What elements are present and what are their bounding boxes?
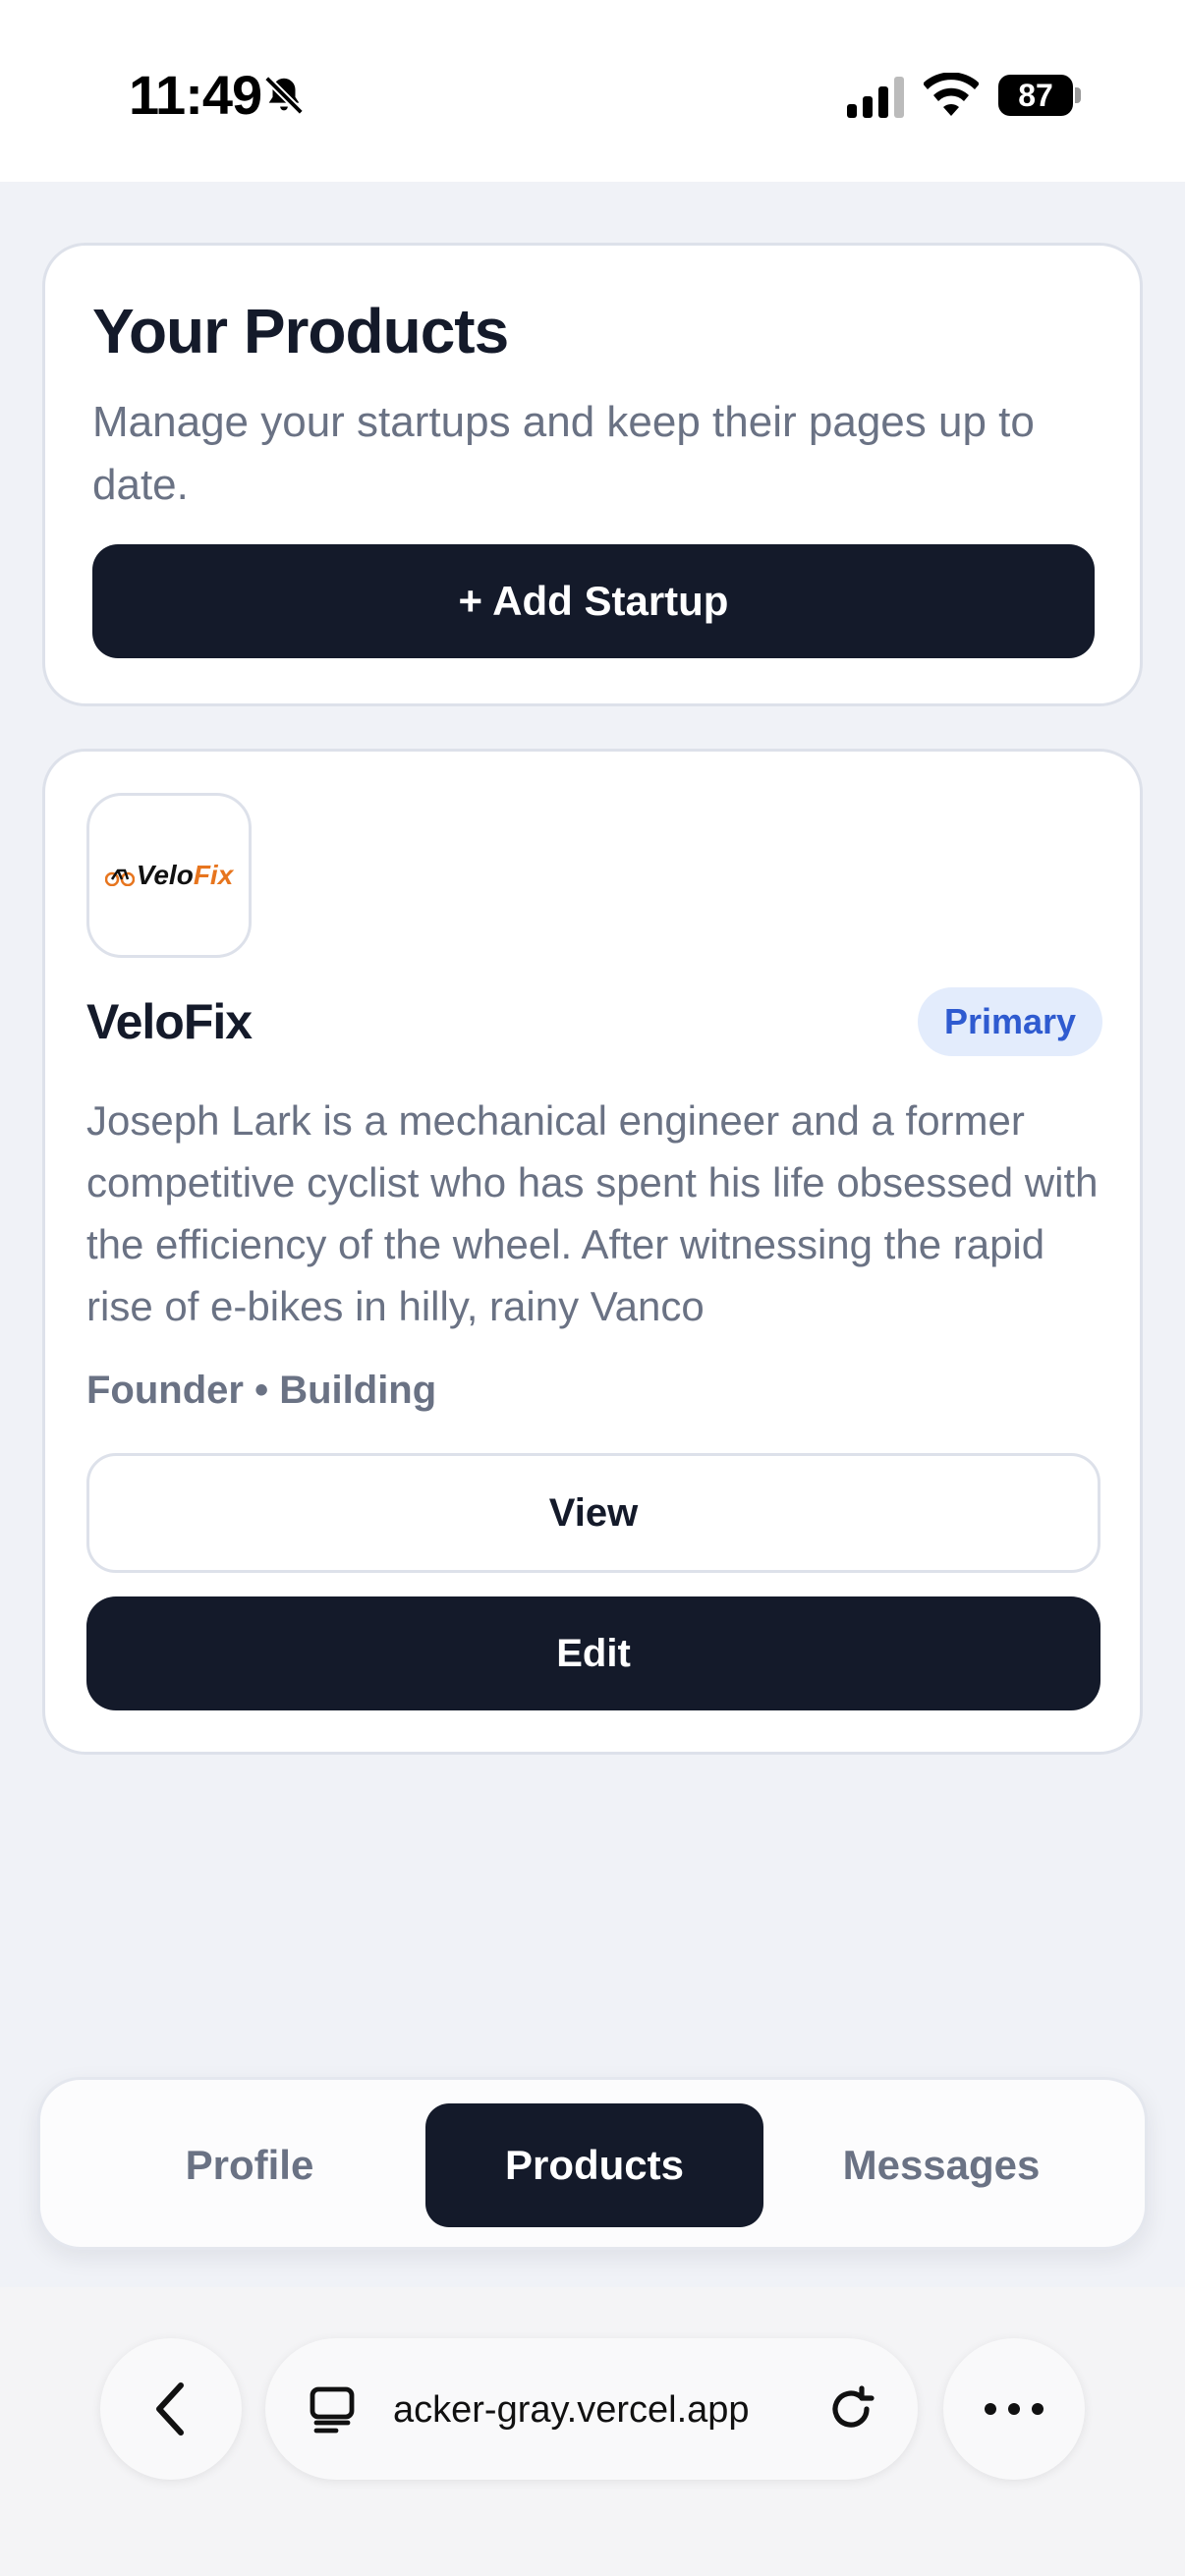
back-button[interactable] xyxy=(100,2338,242,2480)
battery-tip xyxy=(1075,87,1081,103)
edit-button[interactable]: Edit xyxy=(86,1596,1100,1710)
product-meta: Founder • Building xyxy=(86,1369,437,1412)
reload-icon[interactable] xyxy=(825,2383,876,2435)
status-time: 11:49 xyxy=(129,64,262,126)
page-subtitle: Manage your startups and keep their page… xyxy=(92,398,1035,509)
logo-text-velo: Velo xyxy=(136,860,194,890)
tabs-icon xyxy=(310,2386,355,2434)
view-button[interactable]: View xyxy=(86,1453,1100,1573)
primary-badge: Primary xyxy=(918,987,1102,1056)
status-bar: 11:49 87 xyxy=(0,0,1185,182)
chevron-left-icon xyxy=(156,2382,184,2436)
logo-text-fix: Fix xyxy=(193,860,234,890)
signal-icon xyxy=(847,77,904,118)
logo-wordmark: Velo Fix xyxy=(104,860,234,891)
bicycle-icon xyxy=(104,868,135,886)
tab-profile[interactable]: Profile xyxy=(80,2103,420,2227)
page-title: Your Products xyxy=(92,296,509,366)
products-header-card: Your Products Manage your startups and k… xyxy=(42,243,1143,706)
more-options-button[interactable] xyxy=(943,2338,1085,2480)
browser-toolbar: acker-gray.vercel.app xyxy=(0,2287,1185,2576)
product-logo: Velo Fix xyxy=(86,793,252,958)
bell-slash-icon xyxy=(264,76,304,115)
add-startup-button[interactable]: + Add Startup xyxy=(92,544,1095,658)
battery-icon: 87 xyxy=(998,75,1081,116)
tab-messages[interactable]: Messages xyxy=(771,2103,1111,2227)
battery-level: 87 xyxy=(1018,78,1053,113)
tab-products[interactable]: Products xyxy=(425,2103,763,2227)
url-text: acker-gray.vercel.app xyxy=(393,2389,750,2431)
product-card: Velo Fix VeloFix Primary Joseph Lark is a… xyxy=(42,749,1143,1755)
bottom-tab-bar: Profile Products Messages xyxy=(37,2077,1148,2250)
ellipsis-icon xyxy=(985,2403,1044,2415)
product-description: Joseph Lark is a mechanical engineer and… xyxy=(86,1097,1099,1329)
wifi-icon xyxy=(924,73,979,116)
product-name: VeloFix xyxy=(86,994,253,1049)
address-bar[interactable]: acker-gray.vercel.app xyxy=(265,2338,918,2480)
